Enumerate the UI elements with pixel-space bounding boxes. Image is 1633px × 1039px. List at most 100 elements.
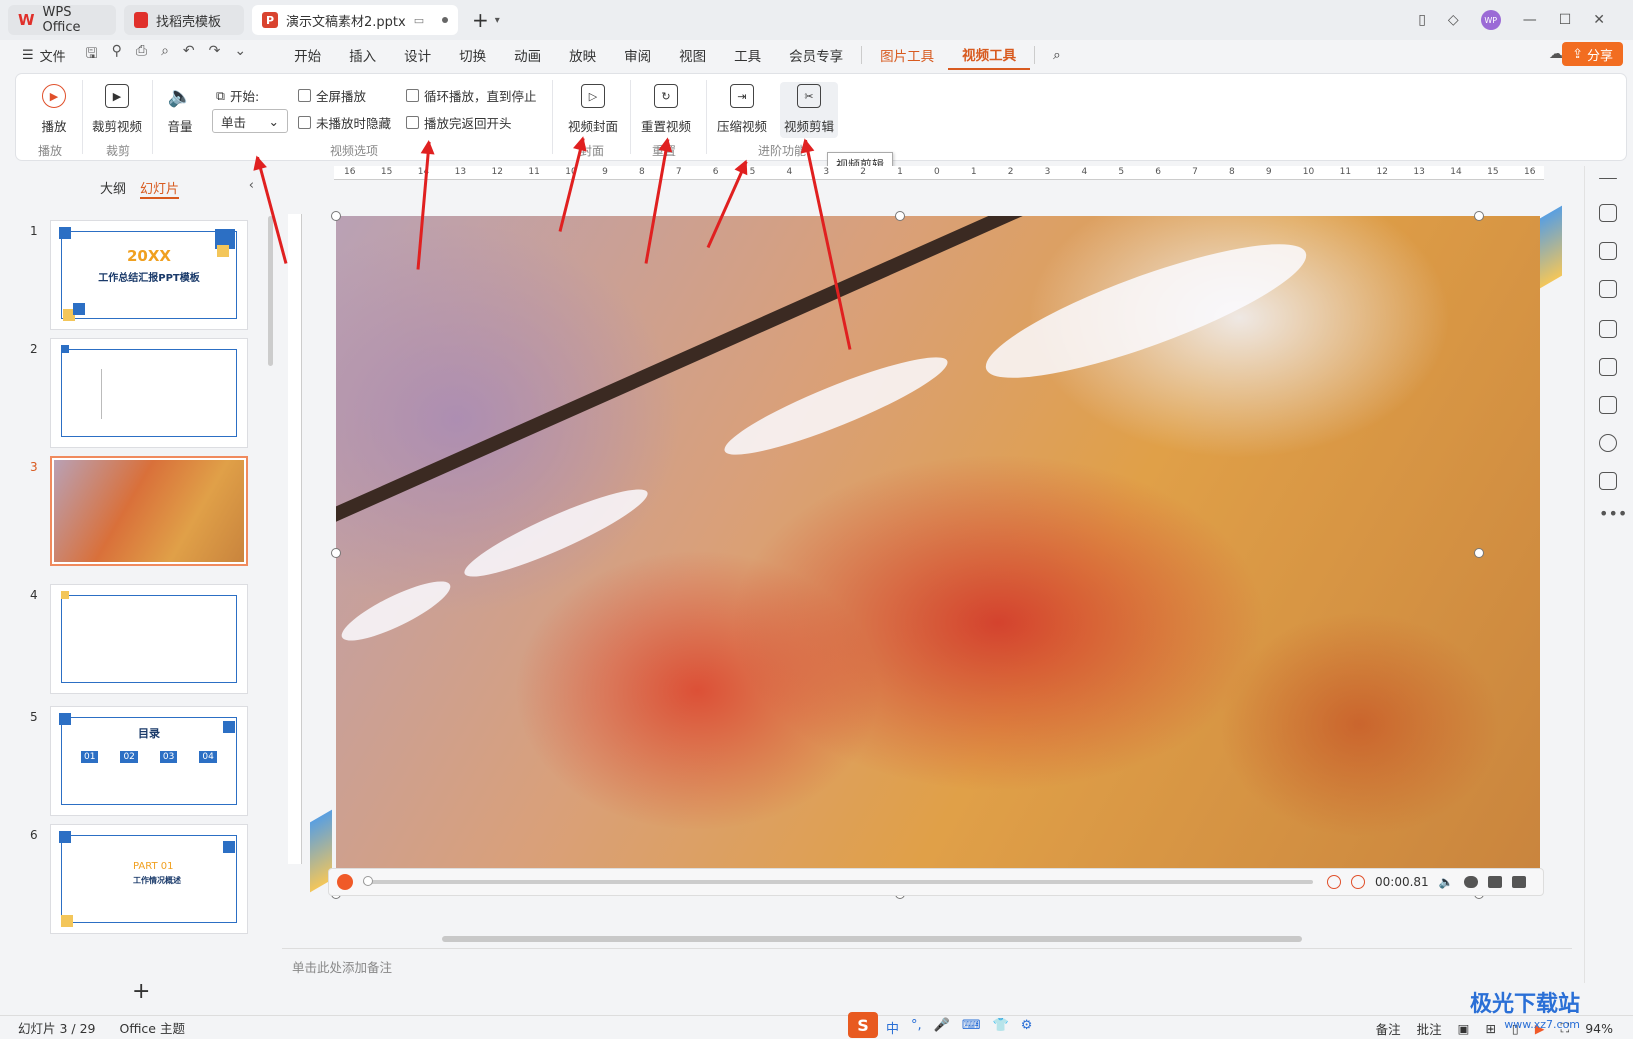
- hide-when-not-playing-checkbox[interactable]: 未播放时隐藏: [298, 113, 391, 132]
- deco-square: [59, 227, 71, 239]
- ime-language[interactable]: 中: [886, 1018, 899, 1037]
- close-icon[interactable]: ✕: [1593, 12, 1605, 28]
- menu-view[interactable]: 视图: [665, 40, 720, 70]
- tab-wps-office[interactable]: W WPS Office: [8, 5, 116, 35]
- search-icon[interactable]: ⌕: [1039, 40, 1075, 70]
- resize-handle[interactable]: [1474, 211, 1484, 221]
- share-link-icon[interactable]: ⚲: [112, 43, 122, 67]
- compress-video-button[interactable]: ⇥ 压缩视频: [716, 84, 768, 135]
- comments-toggle[interactable]: 批注: [1417, 1019, 1442, 1038]
- fullscreen-checkbox[interactable]: 全屏播放: [298, 86, 366, 105]
- punctuation-icon[interactable]: °,: [911, 1018, 922, 1037]
- maximize-icon[interactable]: ☐: [1559, 12, 1572, 28]
- add-slide-button[interactable]: +: [132, 979, 150, 1004]
- rewind-icon[interactable]: [1327, 875, 1341, 889]
- chevron-down-icon[interactable]: ▾: [495, 15, 500, 26]
- forward-icon[interactable]: [1351, 875, 1365, 889]
- menu-insert[interactable]: 插入: [335, 40, 390, 70]
- resize-handle[interactable]: [895, 211, 905, 221]
- keyboard-icon[interactable]: ⌨: [962, 1018, 981, 1037]
- menu-home[interactable]: 开始: [280, 40, 335, 70]
- cloud-icon[interactable]: ☁: [1549, 46, 1563, 62]
- cube-icon[interactable]: ◇: [1448, 12, 1459, 28]
- minimize-icon[interactable]: —: [1523, 12, 1537, 28]
- theme-name[interactable]: Office 主题: [120, 1018, 185, 1037]
- file-menu[interactable]: ☰ 文件: [22, 46, 66, 65]
- menu-slideshow[interactable]: 放映: [555, 40, 610, 70]
- layers-icon[interactable]: [1599, 280, 1617, 298]
- notes-toggle[interactable]: 备注: [1376, 1019, 1401, 1038]
- ime-logo-icon[interactable]: S: [848, 1012, 878, 1038]
- volume-button[interactable]: 🔈 音量: [162, 84, 198, 135]
- start-mode-select[interactable]: 单击 ⌄: [212, 109, 288, 133]
- normal-view-icon[interactable]: ▣: [1458, 1021, 1470, 1036]
- slide-thumbnail-3[interactable]: [50, 456, 248, 566]
- resize-handle[interactable]: [331, 211, 341, 221]
- toolbox-icon[interactable]: ⚙: [1021, 1018, 1033, 1037]
- picture-icon[interactable]: [1487, 876, 1502, 888]
- crop-video-button[interactable]: ▶ 裁剪视频: [92, 84, 142, 135]
- tab-template-store[interactable]: 找稻壳模板: [124, 5, 244, 35]
- tab-slides[interactable]: 幻灯片: [140, 178, 180, 199]
- video-cover-button[interactable]: ▷ 视频封面: [562, 84, 624, 135]
- avatar[interactable]: WP: [1480, 10, 1501, 30]
- more-icon[interactable]: •••: [1599, 504, 1627, 523]
- undo-icon[interactable]: ↶: [183, 43, 195, 67]
- shirt-icon[interactable]: [1599, 472, 1617, 490]
- resize-handle[interactable]: [1474, 548, 1484, 558]
- slide-thumbnail-2[interactable]: [50, 338, 248, 448]
- menu-design[interactable]: 设计: [390, 40, 445, 70]
- panel-scrollbar[interactable]: [268, 216, 273, 366]
- info-icon[interactable]: [1463, 876, 1478, 888]
- compress-video-icon: ⇥: [730, 84, 754, 108]
- menu-transitions[interactable]: 切换: [445, 40, 500, 70]
- volume-icon[interactable]: 🔈: [1439, 875, 1454, 889]
- collapse-icon[interactable]: [1599, 178, 1617, 179]
- tab-document[interactable]: P 演示文稿素材2.pptx ▭: [252, 5, 458, 35]
- grid-icon[interactable]: [1511, 876, 1526, 888]
- chevron-down-icon[interactable]: ⌄: [234, 43, 246, 67]
- rewind-checkbox[interactable]: 播放完返回开头: [406, 113, 512, 132]
- microphone-icon[interactable]: 🎤: [934, 1018, 950, 1037]
- menu-review[interactable]: 审阅: [610, 40, 665, 70]
- menu-video-tools[interactable]: 视频工具: [948, 40, 1031, 70]
- menu-picture-tools[interactable]: 图片工具: [866, 40, 948, 70]
- chevron-left-icon[interactable]: ‹: [249, 178, 254, 193]
- menu-animation[interactable]: 动画: [500, 40, 555, 70]
- redo-icon[interactable]: ↷: [209, 43, 221, 67]
- reset-video-button[interactable]: ↻ 重置视频: [640, 84, 692, 135]
- print-preview-icon[interactable]: ⌕: [161, 43, 169, 67]
- save-icon[interactable]: 🖫: [86, 43, 98, 67]
- star-icon[interactable]: [1599, 242, 1617, 260]
- ruler-tick-label: 12: [491, 167, 503, 177]
- share-button[interactable]: ⇪ 分享: [1562, 42, 1623, 66]
- menu-tools[interactable]: 工具: [720, 40, 775, 70]
- slide-thumbnail-4[interactable]: [50, 584, 248, 694]
- reading-mode-icon[interactable]: ▯: [1418, 12, 1426, 28]
- settings-sliders-icon[interactable]: [1599, 204, 1617, 222]
- slide-thumbnail-1[interactable]: 20XX 工作总结汇报PPT模板: [50, 220, 248, 330]
- play-icon[interactable]: [337, 874, 353, 890]
- loop-checkbox[interactable]: 循环播放，直到停止: [406, 86, 537, 105]
- tools-icon[interactable]: [1599, 358, 1617, 376]
- zoom-level[interactable]: 94%: [1585, 1021, 1613, 1036]
- menu-member[interactable]: 会员专享: [775, 40, 857, 70]
- progress-track[interactable]: [363, 876, 1313, 886]
- magic-icon[interactable]: [1599, 320, 1617, 338]
- slide-thumbnail-6[interactable]: PART 01 工作情况概述: [50, 824, 248, 934]
- monitor-icon[interactable]: ▭: [414, 14, 424, 27]
- print-icon[interactable]: ⎙: [136, 43, 147, 67]
- play-button[interactable]: ▶ 播放: [36, 84, 72, 135]
- skin-icon[interactable]: 👕: [993, 1018, 1009, 1037]
- horizontal-scrollbar[interactable]: [442, 936, 1302, 942]
- search-doc-icon[interactable]: [1599, 396, 1617, 414]
- resize-handle[interactable]: [331, 548, 341, 558]
- progress-knob[interactable]: [363, 876, 373, 886]
- help-icon[interactable]: [1599, 434, 1617, 452]
- video-edit-button[interactable]: ✂ 视频剪辑: [780, 82, 838, 138]
- new-tab-button[interactable]: +: [472, 8, 489, 32]
- slide-thumbnail-5[interactable]: 目录 01 02 03 04: [50, 706, 248, 816]
- notes-area[interactable]: 单击此处添加备注: [282, 948, 1572, 983]
- video-frame[interactable]: [336, 216, 1540, 894]
- tab-outline[interactable]: 大纲: [100, 178, 126, 199]
